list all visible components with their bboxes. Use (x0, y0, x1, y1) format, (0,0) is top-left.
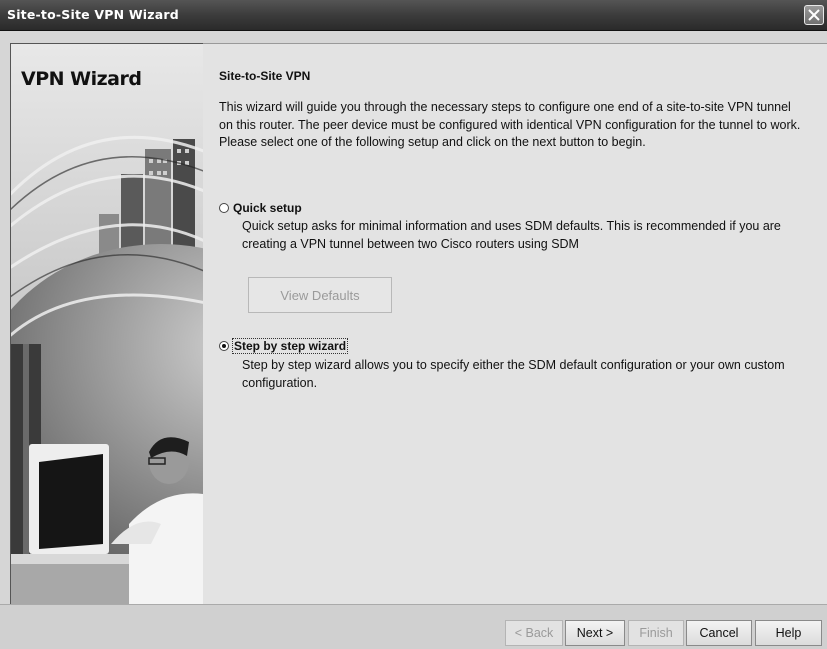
step-by-step-option[interactable]: Step by step wizard (219, 338, 349, 354)
quick-setup-description: Quick setup asks for minimal information… (242, 219, 781, 251)
wizard-content: Site-to-Site VPN This wizard will guide … (203, 43, 827, 604)
close-button[interactable] (804, 5, 824, 25)
help-button[interactable]: Help (755, 620, 822, 646)
title-bar: Site-to-Site VPN Wizard (0, 0, 827, 31)
wizard-illustration-panel: VPN Wizard (10, 43, 204, 605)
step-by-step-radio[interactable] (219, 341, 229, 351)
window-title: Site-to-Site VPN Wizard (7, 7, 179, 22)
quick-setup-radio[interactable] (219, 203, 229, 213)
network-person-computer-illustration (11, 44, 203, 604)
step-by-step-description: Step by step wizard allows you to specif… (242, 358, 785, 390)
step-by-step-label[interactable]: Step by step wizard (231, 338, 349, 354)
finish-button[interactable]: Finish (628, 620, 684, 646)
view-defaults-button[interactable]: View Defaults (248, 277, 392, 313)
intro-text: This wizard will guide you through the n… (219, 100, 801, 149)
wizard-window: Site-to-Site VPN Wizard VPN Wizard Site-… (0, 0, 827, 649)
button-bar: < Back Next > Finish Cancel Help (0, 604, 827, 649)
page-heading: Site-to-Site VPN (219, 69, 311, 83)
close-icon (808, 9, 820, 21)
sidebar-title: VPN Wizard (21, 68, 142, 90)
quick-setup-option[interactable]: Quick setup (219, 201, 302, 215)
next-button[interactable]: Next > (565, 620, 625, 646)
quick-setup-label[interactable]: Quick setup (233, 201, 302, 215)
cancel-button[interactable]: Cancel (686, 620, 752, 646)
back-button[interactable]: < Back (505, 620, 563, 646)
